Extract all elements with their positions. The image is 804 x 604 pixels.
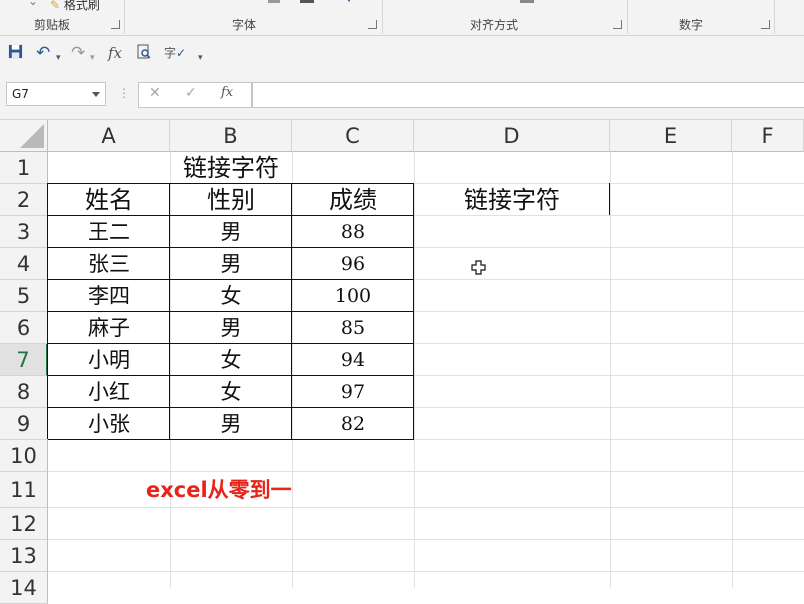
row-header-1[interactable]: 1 <box>0 152 48 184</box>
row-header-2[interactable]: 2 <box>0 184 48 216</box>
table-cell-gender[interactable]: 男 <box>170 312 292 344</box>
table-cell-name[interactable]: 小红 <box>48 376 170 408</box>
group-label-alignment: 对齐方式 <box>470 18 519 32</box>
group-label-clipboard: 剪贴板 <box>34 18 71 32</box>
gridline-horizontal <box>48 471 804 472</box>
name-box[interactable]: G7 <box>6 82 106 106</box>
redo-icon[interactable]: ↷ <box>71 44 85 62</box>
row-header-3[interactable]: 3 <box>0 216 48 248</box>
save-icon[interactable] <box>8 44 23 62</box>
cell-C2-header[interactable]: 成绩 <box>292 184 414 216</box>
alignment-launcher-icon[interactable] <box>613 20 622 29</box>
border-dropdown-icon[interactable] <box>268 0 280 3</box>
row-header-8[interactable]: 8 <box>0 376 48 408</box>
gridline-vertical <box>414 152 415 588</box>
table-cell-score[interactable]: 100 <box>292 280 414 312</box>
redo-dropdown-icon[interactable]: ▾ <box>90 49 95 67</box>
name-box-value: G7 <box>12 87 29 101</box>
table-cell-name[interactable]: 小张 <box>48 408 170 440</box>
table-cell-score[interactable]: 96 <box>292 248 414 280</box>
table-cell-name[interactable]: 麻子 <box>48 312 170 344</box>
font-color-swatch[interactable] <box>300 0 314 3</box>
column-header-E[interactable]: E <box>610 120 732 152</box>
align-icon[interactable] <box>520 0 534 3</box>
group-label-number: 数字 <box>679 18 704 32</box>
gridline-horizontal <box>48 507 804 508</box>
watermark-text: excel从零到一 <box>146 478 292 502</box>
undo-icon[interactable]: ↶ <box>36 44 50 62</box>
table-cell-gender[interactable]: 男 <box>170 408 292 440</box>
gridline-vertical <box>610 152 611 588</box>
cell-D2[interactable]: 链接字符 <box>414 184 610 216</box>
column-header-C[interactable]: C <box>292 120 414 152</box>
row-header-7[interactable]: 7 <box>0 344 48 376</box>
group-divider <box>627 0 628 34</box>
row-header-6[interactable]: 6 <box>0 312 48 344</box>
print-preview-icon[interactable] <box>136 44 152 62</box>
splitter-handle-icon[interactable]: ⋮ <box>118 86 130 100</box>
gridline-horizontal <box>48 539 804 540</box>
format-painter-button[interactable]: ✎ 格式刷 <box>50 0 100 13</box>
group-divider <box>774 0 775 34</box>
column-header-B[interactable]: B <box>170 120 292 152</box>
column-header-F[interactable]: F <box>732 120 804 152</box>
table-cell-gender[interactable]: 女 <box>170 376 292 408</box>
clipboard-launcher-icon[interactable] <box>111 20 120 29</box>
formula-input[interactable] <box>252 82 804 108</box>
format-painter-label: 格式刷 <box>63 0 100 12</box>
group-divider <box>124 0 125 34</box>
cell-cursor-icon <box>471 260 486 275</box>
spellcheck-icon[interactable]: 字✓ <box>164 44 186 62</box>
table-cell-name[interactable]: 王二 <box>48 216 170 248</box>
table-cell-score[interactable]: 94 <box>292 344 414 376</box>
paste-dropdown-icon[interactable]: ⌄ <box>28 0 38 8</box>
row-header-10[interactable]: 10 <box>0 440 48 472</box>
group-divider <box>382 0 383 34</box>
select-all-icon <box>20 124 44 148</box>
table-cell-gender[interactable]: 男 <box>170 248 292 280</box>
row-header-13[interactable]: 13 <box>0 540 48 572</box>
quick-access-toolbar: ↶ ▾ ↷ ▾ fx 字✓ ▾ <box>0 36 804 70</box>
cancel-icon[interactable]: ✕ <box>149 85 161 101</box>
format-painter-icon: ✎ <box>50 0 61 12</box>
table-cell-gender[interactable]: 男 <box>170 216 292 248</box>
cell-A2-header[interactable]: 姓名 <box>48 184 170 216</box>
formula-actions: ✕ ✓ fx <box>138 82 252 108</box>
enter-icon[interactable]: ✓ <box>185 85 197 101</box>
formula-bar: G7 ⋮ ✕ ✓ fx <box>0 70 804 120</box>
customize-qat-icon[interactable]: ▾ <box>198 49 203 67</box>
table-cell-score[interactable]: 88 <box>292 216 414 248</box>
cell-B2-header[interactable]: 性别 <box>170 184 292 216</box>
cell-A1-title[interactable]: 链接字符 <box>48 152 414 184</box>
number-launcher-icon[interactable] <box>761 20 770 29</box>
ribbon: ✎ 格式刷 ⌄ ✦ 剪贴板 字体 对齐方式 数字 <box>0 0 804 36</box>
table-cell-score[interactable]: 82 <box>292 408 414 440</box>
group-label-font: 字体 <box>232 18 257 32</box>
table-cell-score[interactable]: 97 <box>292 376 414 408</box>
table-cell-name[interactable]: 李四 <box>48 280 170 312</box>
function-icon[interactable]: fx <box>108 44 122 62</box>
row-header-9[interactable]: 9 <box>0 408 48 440</box>
table-cell-gender[interactable]: 女 <box>170 280 292 312</box>
table-cell-name[interactable]: 小明 <box>48 344 170 376</box>
font-pin-icon[interactable]: ✦ <box>344 0 354 6</box>
table-cell-score[interactable]: 85 <box>292 312 414 344</box>
select-all-button[interactable] <box>0 120 48 152</box>
gridline-horizontal <box>48 571 804 572</box>
undo-dropdown-icon[interactable]: ▾ <box>56 49 61 67</box>
column-header-D[interactable]: D <box>414 120 610 152</box>
row-header-14[interactable]: 14 <box>0 572 48 604</box>
row-header-4[interactable]: 4 <box>0 248 48 280</box>
font-launcher-icon[interactable] <box>368 20 377 29</box>
table-cell-gender[interactable]: 女 <box>170 344 292 376</box>
table-cell-name[interactable]: 张三 <box>48 248 170 280</box>
row-header-5[interactable]: 5 <box>0 280 48 312</box>
gridline-vertical <box>732 152 733 588</box>
column-header-A[interactable]: A <box>48 120 170 152</box>
name-box-dropdown-icon[interactable] <box>92 92 100 97</box>
row-header-11[interactable]: 11 <box>0 472 48 508</box>
insert-function-icon[interactable]: fx <box>221 85 233 100</box>
row-header-12[interactable]: 12 <box>0 508 48 540</box>
